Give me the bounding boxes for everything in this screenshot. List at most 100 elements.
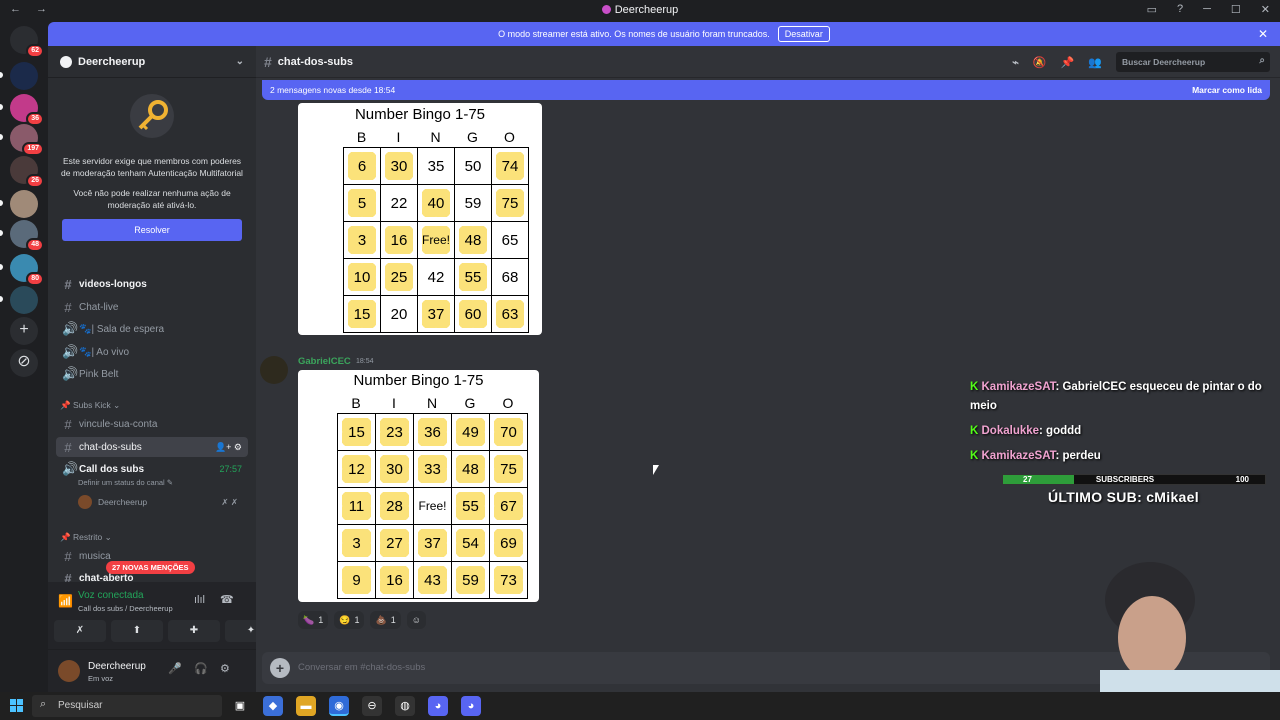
add-server-icon[interactable]: + xyxy=(10,317,38,345)
mic-muted-icon[interactable]: 🎤 xyxy=(168,662,182,675)
channel-videos-longos[interactable]: # videos-longos xyxy=(56,274,248,294)
guild-icon[interactable]: 48 xyxy=(10,220,44,252)
search-input[interactable]: Buscar Deercheerup ⌕ xyxy=(1116,52,1270,72)
add-reaction-button[interactable]: ☺ xyxy=(406,611,426,629)
chrome-icon[interactable]: ◉ xyxy=(329,696,349,716)
settings-icon[interactable]: 👤+ ⚙ xyxy=(215,442,242,453)
user-name[interactable]: Deercheerup xyxy=(88,661,146,672)
bingo-letter: I xyxy=(396,129,401,145)
reaction-poop[interactable]: 💩 1 xyxy=(370,611,401,629)
bingo-cell: 12 xyxy=(338,451,376,488)
channel-call-dos-subs[interactable]: 🔊 Call dos subs 27:57 xyxy=(56,459,248,479)
chevron-down-icon[interactable]: ⌄ xyxy=(236,56,244,67)
windows-start-icon[interactable] xyxy=(10,699,23,712)
guild-icon[interactable]: 36 xyxy=(10,94,44,126)
explore-icon[interactable]: ⊘ xyxy=(10,349,38,377)
reaction-eggplant[interactable]: 🍆 1 xyxy=(298,611,329,629)
channel-chat-dos-subs[interactable]: # chat-dos-subs 👤+ ⚙ xyxy=(56,437,248,457)
channel-ao-vivo[interactable]: 🔊 🐾| Ao vivo xyxy=(56,342,248,362)
dm-home-icon[interactable]: 62 xyxy=(10,26,44,58)
guild-icon[interactable]: 80 xyxy=(10,254,44,286)
inbox-icon[interactable]: ▭ xyxy=(1147,3,1157,16)
camera-button[interactable]: ✗ xyxy=(54,620,106,642)
bingo-grid: 15 23 36 49 70 12 30 33 48 75 11 28 Free! 55 67 3 27 37 54… xyxy=(337,413,528,599)
close-button[interactable]: ✕ xyxy=(1261,3,1270,16)
unread-pill xyxy=(0,104,3,110)
gear-icon[interactable]: ⚙ xyxy=(220,662,230,675)
minimize-button[interactable]: ─ xyxy=(1203,3,1211,16)
close-icon[interactable]: ✕ xyxy=(1258,27,1268,41)
bingo-letters: BINGO xyxy=(337,395,527,411)
discord-icon[interactable]: ◕ xyxy=(428,696,448,716)
file-explorer-icon[interactable]: ▬ xyxy=(296,696,316,716)
noise-icon[interactable]: ılıl xyxy=(194,594,205,606)
mouse-cursor xyxy=(653,465,659,475)
channel-sala-de-espera[interactable]: 🔊 🐾| Sala de espera xyxy=(56,319,248,339)
reaction-smirk[interactable]: 😏 1 xyxy=(334,611,365,629)
mfa-text: Este servidor exige que membros com pode… xyxy=(61,156,243,178)
overlay-chat-line: K Dokalukke: goddd xyxy=(970,422,1270,441)
reaction-emoji: 🍆 xyxy=(303,614,315,625)
call-status[interactable]: Definir um status do canal ✎ xyxy=(78,478,173,487)
taskbar-search[interactable]: ⌕ Pesquisar xyxy=(32,695,222,717)
members-icon[interactable]: 👥 xyxy=(1088,56,1102,69)
mark-read-button[interactable]: Marcar como lida xyxy=(1192,85,1262,95)
activities-button[interactable]: ✚ xyxy=(168,620,220,642)
bingo-cell: 15 xyxy=(338,414,376,451)
key-icon xyxy=(130,94,174,138)
task-view-icon[interactable]: ▣ xyxy=(230,696,250,716)
app-icon xyxy=(601,5,611,14)
category-restrito[interactable]: 📌 Restrito ⌄ xyxy=(60,532,112,543)
new-messages-bar[interactable]: 2 mensagens novas desde 18:54 Marcar com… xyxy=(262,80,1270,100)
resolve-button[interactable]: Resolver xyxy=(62,219,242,241)
hash-icon: # xyxy=(264,53,272,70)
notifications-muted-icon[interactable]: 🔕 xyxy=(1033,56,1047,69)
guild-icon[interactable] xyxy=(10,286,38,314)
bingo-letter: B xyxy=(351,395,361,411)
overlay-chat-line: K KamikazeSAT: perdeu xyxy=(970,447,1270,466)
reaction-count: 1 xyxy=(390,615,396,625)
guild-icon[interactable] xyxy=(10,62,38,90)
mentions-badge[interactable]: 27 NOVAS MENÇÕES xyxy=(106,561,195,574)
window-title: Deercheerup xyxy=(0,4,1280,16)
bingo-card-image[interactable]: Number Bingo 1-75 BINGO 15 23 36 49 70 12 30 33… xyxy=(298,370,539,602)
discord-ptb-icon[interactable]: ◕ xyxy=(461,696,481,716)
plus-icon[interactable]: + xyxy=(270,658,290,678)
avatar xyxy=(78,495,92,509)
category-label: Restrito xyxy=(72,532,103,542)
help-icon[interactable]: ? xyxy=(1177,3,1183,16)
voice-channel-path[interactable]: Call dos subs / Deercheerup xyxy=(78,604,173,613)
avatar[interactable] xyxy=(260,356,288,384)
search-icon: ⌕ xyxy=(1259,55,1265,66)
message-author[interactable]: GabrielCEC xyxy=(298,356,351,367)
server-header[interactable]: Deercheerup ⌄ xyxy=(48,46,256,78)
call-member[interactable]: Deercheerup ✗ ✗ xyxy=(78,495,238,509)
disable-streamer-button[interactable]: Desativar xyxy=(777,26,830,42)
search-placeholder: Buscar Deercheerup xyxy=(1122,57,1206,67)
bingo-card-image[interactable]: Number Bingo 1-75 B I N G O 6 30 35 50 74 5 22 40 59… xyxy=(298,103,542,335)
header-tools: ⌁ 🔕 📌 👥 Buscar Deercheerup ⌕ xyxy=(1012,52,1270,72)
hash-icon: # xyxy=(64,416,72,432)
voice-status[interactable]: Voz conectada xyxy=(78,590,144,601)
bingo-cell: 36 xyxy=(414,414,452,451)
guild-icon[interactable]: 197 xyxy=(10,124,44,156)
channel-pink-belt[interactable]: 🔊 Pink Belt xyxy=(56,364,248,384)
guild-icon[interactable] xyxy=(10,190,38,218)
screenshare-button[interactable]: ⬆ xyxy=(111,620,163,642)
channel-chat-live[interactable]: # Chat-live xyxy=(56,297,248,317)
copilot-icon[interactable]: ◆ xyxy=(263,696,283,716)
channel-label: Chat-live xyxy=(79,301,119,313)
app-icon[interactable]: ⊖ xyxy=(362,696,382,716)
category-subs-kick[interactable]: 📌 Subs Kick ⌄ xyxy=(60,400,120,411)
disconnect-icon[interactable]: ☎ xyxy=(220,593,234,606)
avatar[interactable] xyxy=(58,660,80,682)
streamer-mode-banner: O modo streamer está ativo. Os nomes de … xyxy=(48,22,1280,46)
guild-icon[interactable]: 26 xyxy=(10,156,44,188)
pin-icon[interactable]: 📌 xyxy=(1061,56,1075,69)
channel-vincule-sua-conta[interactable]: # vincule-sua-conta xyxy=(56,414,248,434)
mfa-text-2: Você não pode realizar nenhuma ação de m… xyxy=(73,188,231,210)
obs-icon[interactable]: ◍ xyxy=(395,696,415,716)
threads-icon[interactable]: ⌁ xyxy=(1012,56,1019,69)
deafen-icon[interactable]: 🎧 xyxy=(194,662,208,675)
maximize-button[interactable]: ☐ xyxy=(1231,3,1241,16)
